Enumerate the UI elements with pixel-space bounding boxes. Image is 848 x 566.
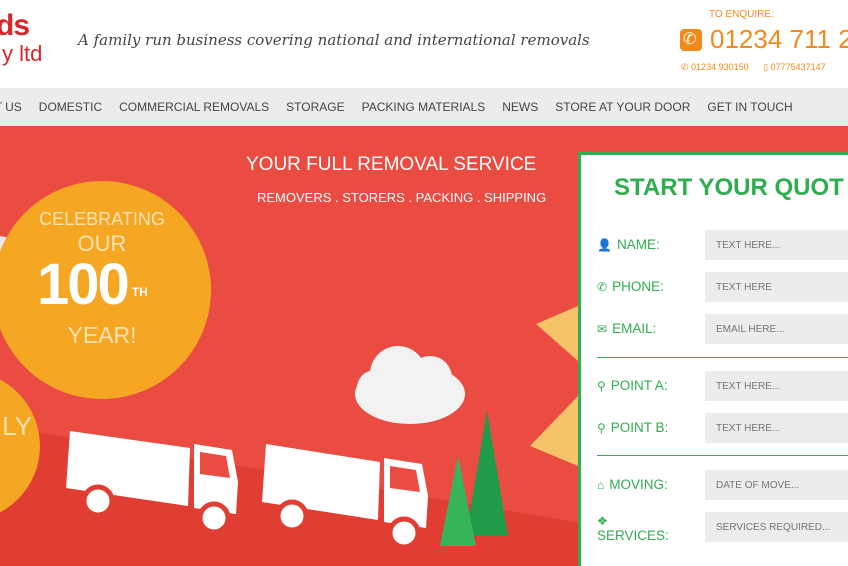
nav-item-store-at-your-door[interactable]: STORE AT YOUR DOOR [555,100,690,114]
badge-number: 100 TH [37,251,148,318]
email-label-text: EMAIL: [612,321,657,336]
enquire-label: TO ENQUIRE: [709,9,774,20]
nav-item-news[interactable]: NEWS [502,100,538,114]
map-marker-icon: ⚲ [597,378,606,393]
nav-item-get-in-touch[interactable]: GET IN TOUCH [707,100,792,114]
alt-phone-1-text: 01234 930150 [691,62,749,72]
email-input[interactable] [705,314,848,344]
nav-item-about-us[interactable]: UT US [0,100,22,114]
form-divider-1 [597,357,848,358]
point-a-label: ⚲ POINT A: [597,378,668,393]
main-nav: UT US DOMESTIC COMMERCIAL REMOVALS STORA… [0,88,848,126]
email-label: ✉ EMAIL: [597,321,656,336]
badge-number-value: 100 [37,252,130,317]
anniversary-badge: CELEBRATING OUR 100 TH YEAR! [0,181,211,399]
moving-label-text: MOVING: [609,477,668,492]
form-row-moving: ⌂ MOVING: [597,470,848,500]
map-marker-icon: ⚲ [597,420,606,435]
moving-date-input[interactable] [705,470,848,500]
hero-subtitle: REMOVERS . STORERS . PACKING . SHIPPING [257,190,547,205]
site-header: ds y ltd A family run business covering … [0,0,848,88]
hero-title: YOUR FULL REMOVAL SERVICE [246,154,537,175]
nav-item-domestic[interactable]: DOMESTIC [39,100,102,114]
logo-text-line2: y ltd [2,41,43,66]
alt-phone-numbers: ✆ 01234 930150 ▯ 07775437147 [681,62,838,73]
quote-form-title: START YOUR QUOT [614,174,844,201]
user-icon: 👤 [597,237,612,252]
services-input[interactable] [705,512,848,542]
form-row-point-a: ⚲ POINT A: [597,371,848,401]
form-row-point-b: ⚲ POINT B: [597,413,848,443]
form-divider-2 [597,455,848,456]
envelope-icon: ✉ [597,321,608,336]
name-label-text: NAME: [616,237,660,252]
name-label: 👤 NAME: [597,237,660,252]
form-row-email: ✉ EMAIL: [597,314,848,344]
badge-celebrating: CELEBRATING [39,209,165,229]
cloud-right-icon [355,346,465,424]
form-row-phone: ✆ PHONE: [597,272,848,302]
point-b-input[interactable] [705,413,848,443]
logo-text-line1: ds [0,9,30,42]
home-icon: ⌂ [597,477,605,492]
main-phone-text: 01234 711 27 [710,24,848,54]
paper-plane-bottom [530,396,578,466]
phone-input[interactable] [705,272,848,302]
point-a-label-text: POINT A: [610,378,668,393]
point-a-input[interactable] [705,371,848,401]
phone-icon: ✆ [597,279,608,294]
main-phone-number[interactable]: 01234 711 27 [680,24,848,55]
badge-number-suffix: TH [131,285,148,299]
company-logo[interactable]: ds y ltd [0,10,42,66]
phone-label: ✆ PHONE: [597,279,664,294]
alt-phone-2-text: 07775437147 [770,62,826,72]
alt-phone-2[interactable]: ▯ 07775437147 [763,62,832,72]
nav-item-commercial-removals[interactable]: COMMERCIAL REMOVALS [119,100,269,114]
point-b-label: ⚲ POINT B: [597,420,668,435]
nav-item-packing-materials[interactable]: PACKING MATERIALS [362,100,486,114]
alt-phone-1[interactable]: ✆ 01234 930150 [681,62,755,72]
tagline: A family run business covering national … [78,31,590,49]
quote-form: START YOUR QUOT 👤 NAME: ✆ PHONE: ✉ EMAIL: ⚲… [578,152,848,566]
badge-year: YEAR! [67,322,137,348]
moving-label: ⌂ MOVING: [597,477,668,492]
paper-plane-top [536,306,578,361]
dropbox-icon: ❖ [597,514,608,528]
form-row-name: 👤 NAME: [597,230,848,260]
name-input[interactable] [705,230,848,260]
form-row-services: ❖ SERVICES: [597,512,848,556]
phone-icon [680,28,702,51]
secondary-badge-text: LY [2,411,32,441]
services-label-text: SERVICES: [597,528,669,543]
tree-tall-icon [466,411,508,536]
phone-label-text: PHONE: [612,279,664,294]
point-b-label-text: POINT B: [610,420,669,435]
nav-item-storage[interactable]: STORAGE [286,100,344,114]
services-label: ❖ SERVICES: [597,514,669,543]
